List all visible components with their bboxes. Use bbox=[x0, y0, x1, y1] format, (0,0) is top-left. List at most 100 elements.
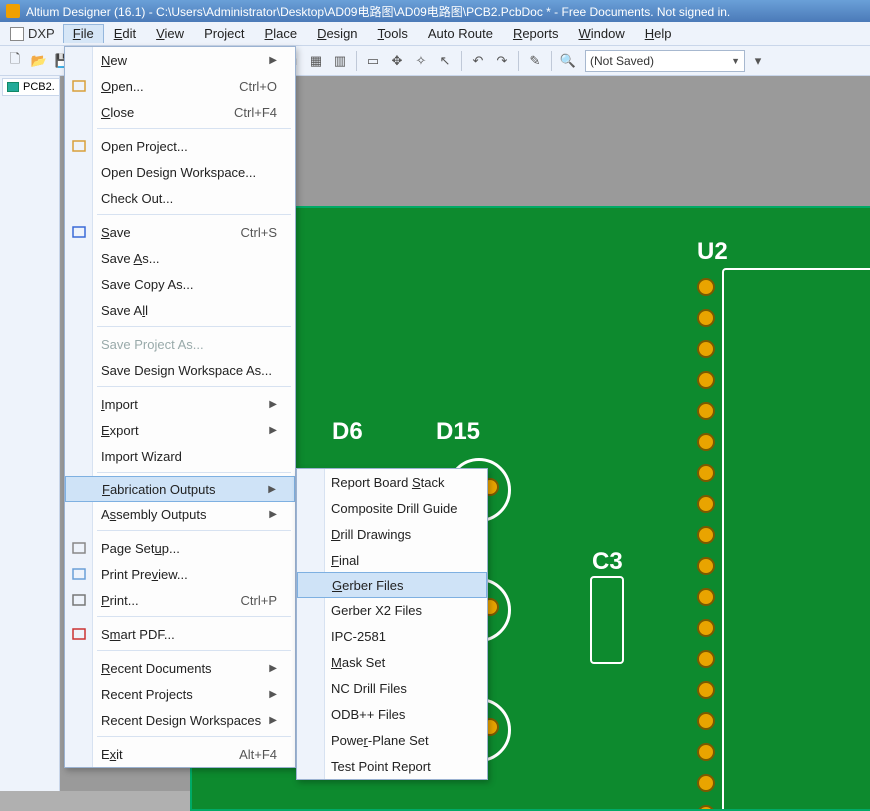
tb-undo-icon[interactable]: ↶ bbox=[467, 50, 489, 72]
menu-auto-route[interactable]: Auto Route bbox=[418, 24, 503, 43]
menu-item-label: Recent Projects bbox=[101, 687, 193, 702]
menu-item-label: Test Point Report bbox=[331, 759, 431, 774]
menu-item-assembly-outputs[interactable]: Assembly Outputs▶ bbox=[65, 501, 295, 527]
menu-item-new[interactable]: New▶ bbox=[65, 47, 295, 73]
combo-label: (Not Saved) bbox=[590, 54, 654, 68]
menu-item-open-design-workspace[interactable]: Open Design Workspace... bbox=[65, 159, 295, 185]
tb-cursor-icon[interactable]: ↖ bbox=[434, 50, 456, 72]
menu-project[interactable]: Project bbox=[194, 24, 254, 43]
pad bbox=[697, 526, 715, 544]
menu-separator bbox=[65, 647, 295, 655]
menu-item-page-setup[interactable]: Page Setup... bbox=[65, 535, 295, 561]
fabrication-outputs-submenu: Report Board StackComposite Drill Guide D… bbox=[296, 468, 488, 780]
menu-item-save-project-as: Save Project As... bbox=[65, 331, 295, 357]
menu-design[interactable]: Design bbox=[307, 24, 367, 43]
pad bbox=[697, 743, 715, 761]
menu-item-check-out[interactable]: Check Out... bbox=[65, 185, 295, 211]
menu-item-gerber-x2-files[interactable]: Gerber X2 Files bbox=[297, 597, 487, 623]
menu-edit[interactable]: Edit bbox=[104, 24, 146, 43]
menu-item-exit[interactable]: ExitAlt+F4 bbox=[65, 741, 295, 767]
tb-route-icon[interactable]: ✎ bbox=[524, 50, 546, 72]
submenu-arrow-icon: ▶ bbox=[269, 399, 277, 410]
menu-item-label: Import Wizard bbox=[101, 449, 182, 464]
menu-item-save-as[interactable]: Save As... bbox=[65, 245, 295, 271]
menu-help[interactable]: Help bbox=[635, 24, 682, 43]
menu-file[interactable]: File bbox=[63, 24, 104, 43]
pad bbox=[697, 402, 715, 420]
tb-deselect-icon[interactable]: ✧ bbox=[410, 50, 432, 72]
tb-redo-icon[interactable]: ↷ bbox=[491, 50, 513, 72]
menu-item-label: Save Copy As... bbox=[101, 277, 194, 292]
menu-item-label: Final bbox=[331, 553, 359, 568]
menu-item-smart-pdf[interactable]: Smart PDF... bbox=[65, 621, 295, 647]
tb-new-icon[interactable]: 🗋 bbox=[4, 50, 26, 72]
pad bbox=[697, 340, 715, 358]
tb-move-icon[interactable]: ✥ bbox=[386, 50, 408, 72]
pad bbox=[697, 650, 715, 668]
menu-view[interactable]: View bbox=[146, 24, 194, 43]
tb-paste2-icon[interactable]: ▥ bbox=[329, 50, 351, 72]
silkscreen-label: D6 bbox=[332, 418, 363, 446]
menu-tools[interactable]: Tools bbox=[368, 24, 418, 43]
menu-item-composite-drill-guide[interactable]: Composite Drill Guide bbox=[297, 495, 487, 521]
pad bbox=[697, 588, 715, 606]
menu-item-drill-drawings[interactable]: Drill Drawings bbox=[297, 521, 487, 547]
menu-item-save-copy-as[interactable]: Save Copy As... bbox=[65, 271, 295, 297]
layout-combo[interactable]: (Not Saved) ▼ bbox=[585, 50, 745, 72]
menu-item-open-project[interactable]: Open Project... bbox=[65, 133, 295, 159]
menu-item-fabrication-outputs[interactable]: Fabrication Outputs▶ bbox=[65, 476, 295, 502]
menu-reports[interactable]: Reports bbox=[503, 24, 569, 43]
menu-item-report-board-stack[interactable]: Report Board Stack bbox=[297, 469, 487, 495]
submenu-arrow-icon: ▶ bbox=[268, 484, 276, 495]
menu-item-save[interactable]: SaveCtrl+S bbox=[65, 219, 295, 245]
menu-item-save-all[interactable]: Save All bbox=[65, 297, 295, 323]
menu-item-ipc-2581[interactable]: IPC-2581 bbox=[297, 623, 487, 649]
menu-item-odb-files[interactable]: ODB++ Files bbox=[297, 701, 487, 727]
menu-item-label: Open Project... bbox=[101, 139, 188, 154]
tb-select-icon[interactable]: ▭ bbox=[362, 50, 384, 72]
menu-item-gerber-files[interactable]: Gerber Files bbox=[297, 572, 487, 598]
menu-item-mask-set[interactable]: Mask Set bbox=[297, 649, 487, 675]
tb-more-icon[interactable]: ▾ bbox=[747, 50, 769, 72]
menu-separator bbox=[65, 527, 295, 535]
menu-item-recent-documents[interactable]: Recent Documents▶ bbox=[65, 655, 295, 681]
menu-item-print[interactable]: Print...Ctrl+P bbox=[65, 587, 295, 613]
menu-separator bbox=[65, 733, 295, 741]
tb-view-icon[interactable]: 🔍 bbox=[557, 50, 579, 72]
tb-paste-icon[interactable]: ▦ bbox=[305, 50, 327, 72]
pad bbox=[697, 681, 715, 699]
menu-item-label: Exit bbox=[101, 747, 123, 762]
tb-open-icon[interactable]: 📂 bbox=[28, 50, 50, 72]
menu-item-power-plane-set[interactable]: Power-Plane Set bbox=[297, 727, 487, 753]
print-icon bbox=[70, 591, 88, 609]
pad bbox=[697, 309, 715, 327]
menu-item-print-preview[interactable]: Print Preview... bbox=[65, 561, 295, 587]
menu-item-export[interactable]: Export▶ bbox=[65, 417, 295, 443]
menu-shortcut: Ctrl+P bbox=[201, 593, 277, 608]
menu-item-nc-drill-files[interactable]: NC Drill Files bbox=[297, 675, 487, 701]
menu-item-import-wizard[interactable]: Import Wizard bbox=[65, 443, 295, 469]
menu-item-label: Drill Drawings bbox=[331, 527, 411, 542]
menu-item-label: Close bbox=[101, 105, 134, 120]
menu-place[interactable]: Place bbox=[255, 24, 308, 43]
pad bbox=[697, 619, 715, 637]
menu-item-close[interactable]: CloseCtrl+F4 bbox=[65, 99, 295, 125]
menu-item-save-design-workspace-as[interactable]: Save Design Workspace As... bbox=[65, 357, 295, 383]
menu-item-open[interactable]: Open...Ctrl+O bbox=[65, 73, 295, 99]
menu-item-test-point-report[interactable]: Test Point Report bbox=[297, 753, 487, 779]
menu-window[interactable]: Window bbox=[568, 24, 634, 43]
menu-item-recent-projects[interactable]: Recent Projects▶ bbox=[65, 681, 295, 707]
menu-item-label: ODB++ Files bbox=[331, 707, 405, 722]
pad bbox=[697, 805, 715, 811]
menu-item-recent-design-workspaces[interactable]: Recent Design Workspaces▶ bbox=[65, 707, 295, 733]
open-icon bbox=[70, 137, 88, 155]
pdf-icon bbox=[70, 625, 88, 643]
menu-item-import[interactable]: Import▶ bbox=[65, 391, 295, 417]
save-icon bbox=[70, 223, 88, 241]
silkscreen-label: C3 bbox=[592, 548, 623, 576]
menu-item-final[interactable]: Final bbox=[297, 547, 487, 573]
document-tab[interactable]: PCB2. bbox=[2, 78, 59, 96]
dxp-menu[interactable]: DXP bbox=[2, 24, 63, 43]
menu-shortcut: Ctrl+S bbox=[201, 225, 277, 240]
page-icon bbox=[70, 539, 88, 557]
